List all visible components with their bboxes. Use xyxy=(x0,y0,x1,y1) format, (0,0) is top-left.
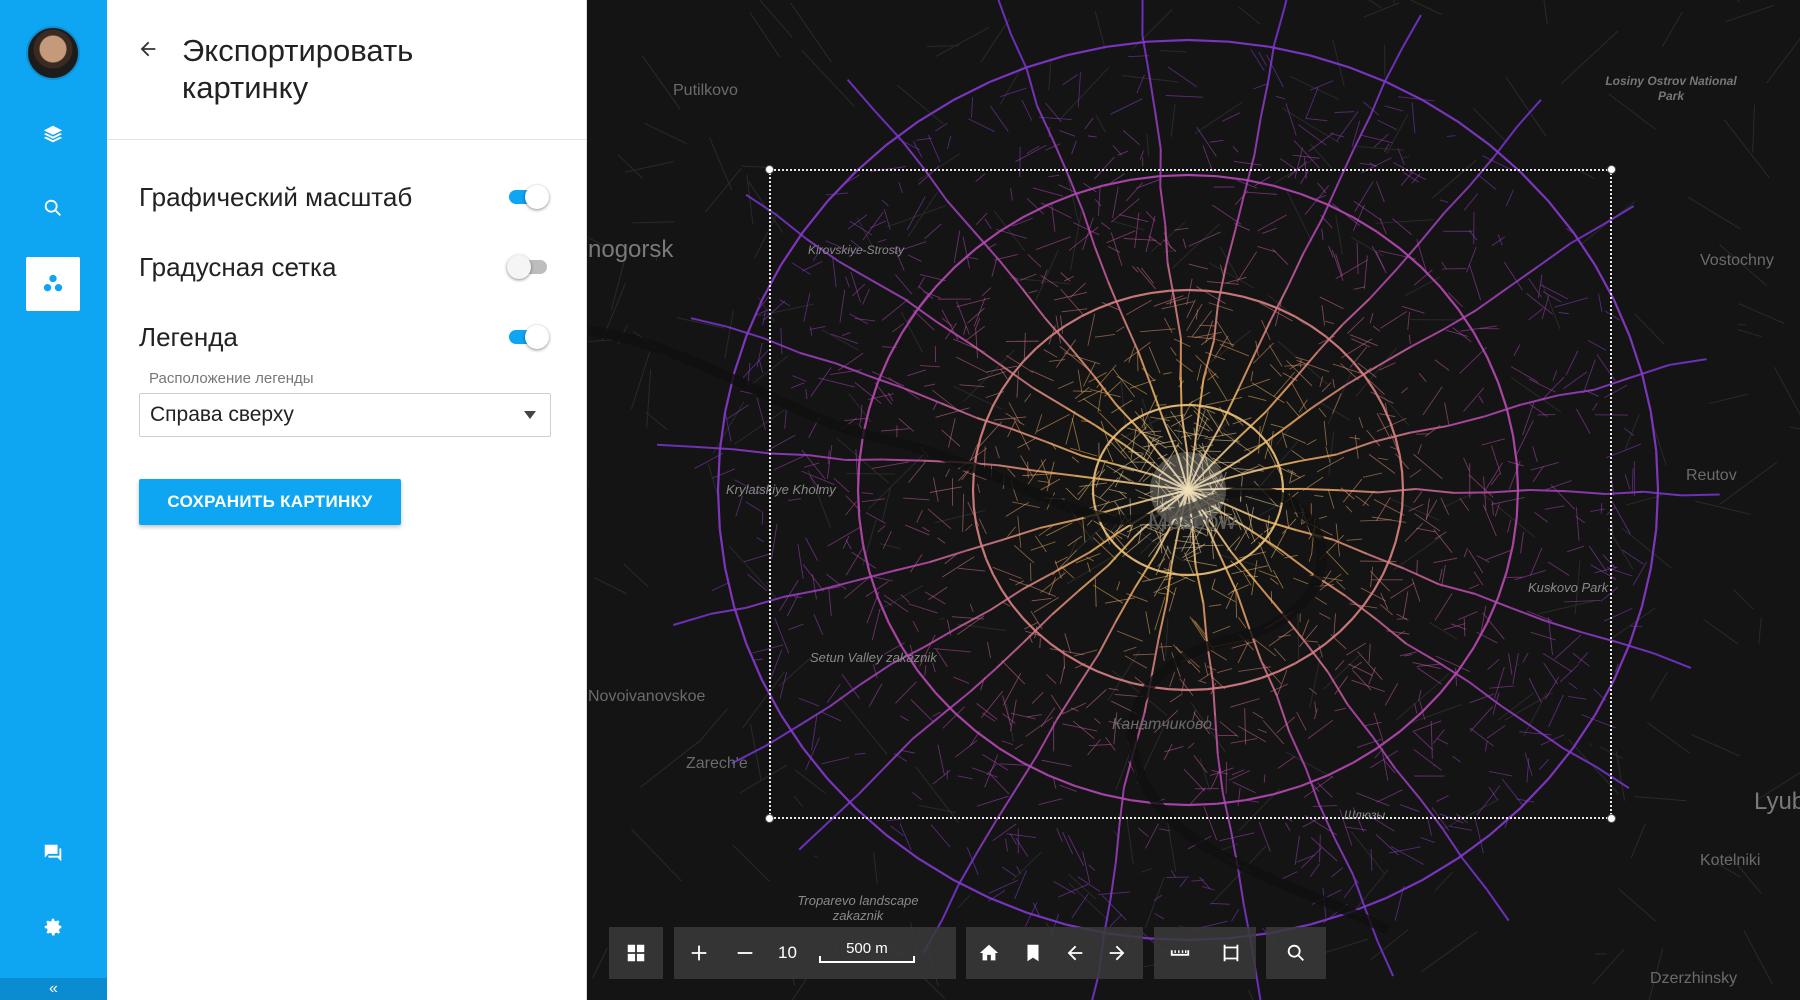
home-icon xyxy=(979,944,999,961)
chevron-down-icon xyxy=(524,411,536,419)
measure-area-button[interactable] xyxy=(1205,927,1256,979)
toolbar-search-group xyxy=(1266,927,1326,979)
collapse-rail-button[interactable]: « xyxy=(0,978,107,1000)
user-avatar[interactable] xyxy=(26,26,80,80)
toolbar-nav-group xyxy=(966,927,1143,979)
legend-position-label: Расположение легенды xyxy=(149,370,314,387)
place-label: Putilkovo xyxy=(673,82,738,99)
measure-distance-button[interactable] xyxy=(1154,927,1205,979)
place-label: Vostochny xyxy=(1700,252,1774,269)
map-search-button[interactable] xyxy=(1266,927,1326,979)
scale-label: 500 m xyxy=(846,940,888,957)
zoom-in-icon xyxy=(691,945,707,961)
toggle-row-legend: Легенда xyxy=(139,317,549,357)
layers-button[interactable] xyxy=(26,107,80,161)
back-arrow-icon xyxy=(140,41,156,57)
panel-title: Экспортировать картинку xyxy=(182,33,414,105)
panel-header: Экспортировать картинку xyxy=(107,0,586,140)
resize-handle-bottom-left[interactable] xyxy=(765,814,774,823)
grid-toggle-label: Градусная сетка xyxy=(139,251,337,282)
next-extent-button[interactable] xyxy=(1096,927,1138,979)
area-icon xyxy=(1223,944,1238,962)
grid-toggle[interactable] xyxy=(507,254,549,280)
scale-toggle[interactable] xyxy=(507,184,549,210)
basemap-button[interactable] xyxy=(609,927,663,979)
export-button[interactable] xyxy=(26,257,80,311)
place-label: Reutov xyxy=(1686,467,1737,484)
share-icon xyxy=(43,274,63,292)
export-panel: Экспортировать картинку Графический масш… xyxy=(107,0,587,1000)
resize-handle-bottom-right[interactable] xyxy=(1607,814,1616,823)
legend-toggle[interactable] xyxy=(507,324,549,350)
previous-extent-button[interactable] xyxy=(1054,927,1096,979)
ruler-icon xyxy=(1170,950,1189,956)
place-label: Kotelniki xyxy=(1700,852,1761,869)
gear-icon xyxy=(44,918,62,936)
search-button[interactable] xyxy=(26,181,80,235)
place-label: Novoivanovskoe xyxy=(588,688,706,705)
toolbar-measure-group xyxy=(1154,927,1256,979)
back-arrow-icon xyxy=(1067,945,1083,961)
zoom-level: 10 xyxy=(778,943,797,962)
legend-position-select[interactable]: Справа сверху xyxy=(139,393,551,437)
export-area-frame[interactable] xyxy=(765,165,1616,823)
forward-arrow-icon xyxy=(1109,945,1125,961)
grid-icon xyxy=(627,944,645,962)
scale-bar: 500 m xyxy=(818,939,915,967)
place-label: Lyube xyxy=(1754,788,1800,815)
back-button[interactable] xyxy=(137,38,163,64)
search-icon xyxy=(1287,944,1304,961)
place-label: nogorsk xyxy=(588,236,674,263)
settings-button[interactable] xyxy=(26,900,80,954)
chat-button[interactable] xyxy=(26,826,80,880)
chat-icon xyxy=(44,844,62,862)
home-button[interactable] xyxy=(966,927,1012,979)
toggle-row-grid: Градусная сетка xyxy=(139,247,549,287)
left-rail: « xyxy=(0,0,107,1000)
layers-icon xyxy=(43,125,63,143)
toolbar-zoom-group: 10 500 m xyxy=(674,927,956,979)
toggle-row-scale: Графический масштаб xyxy=(139,177,549,217)
zoom-out-button[interactable] xyxy=(724,927,766,979)
toolbar-basemap-group xyxy=(609,927,663,979)
resize-handle-top-right[interactable] xyxy=(1607,165,1616,174)
scale-toggle-label: Графический масштаб xyxy=(139,181,413,212)
place-label: Troparevo landscape zakaznik xyxy=(797,893,919,923)
bookmark-icon xyxy=(1027,944,1039,962)
place-label: Zarech'e xyxy=(686,755,748,772)
save-image-button[interactable]: СОХРАНИТЬ КАРТИНКУ xyxy=(139,479,401,525)
place-label: Dzerzhinsky xyxy=(1650,970,1738,987)
legend-position-value: Справа сверху xyxy=(150,403,294,426)
bookmark-button[interactable] xyxy=(1012,927,1054,979)
map-view[interactable]: Putilkovo Losiny Ostrov National Park no… xyxy=(588,0,1800,1000)
zoom-out-icon xyxy=(737,952,753,954)
search-icon xyxy=(44,199,61,216)
zoom-in-button[interactable] xyxy=(674,927,724,979)
legend-toggle-label: Легенда xyxy=(139,321,238,352)
resize-handle-top-left[interactable] xyxy=(765,165,774,174)
place-label: Losiny Ostrov National Park xyxy=(1605,74,1737,103)
